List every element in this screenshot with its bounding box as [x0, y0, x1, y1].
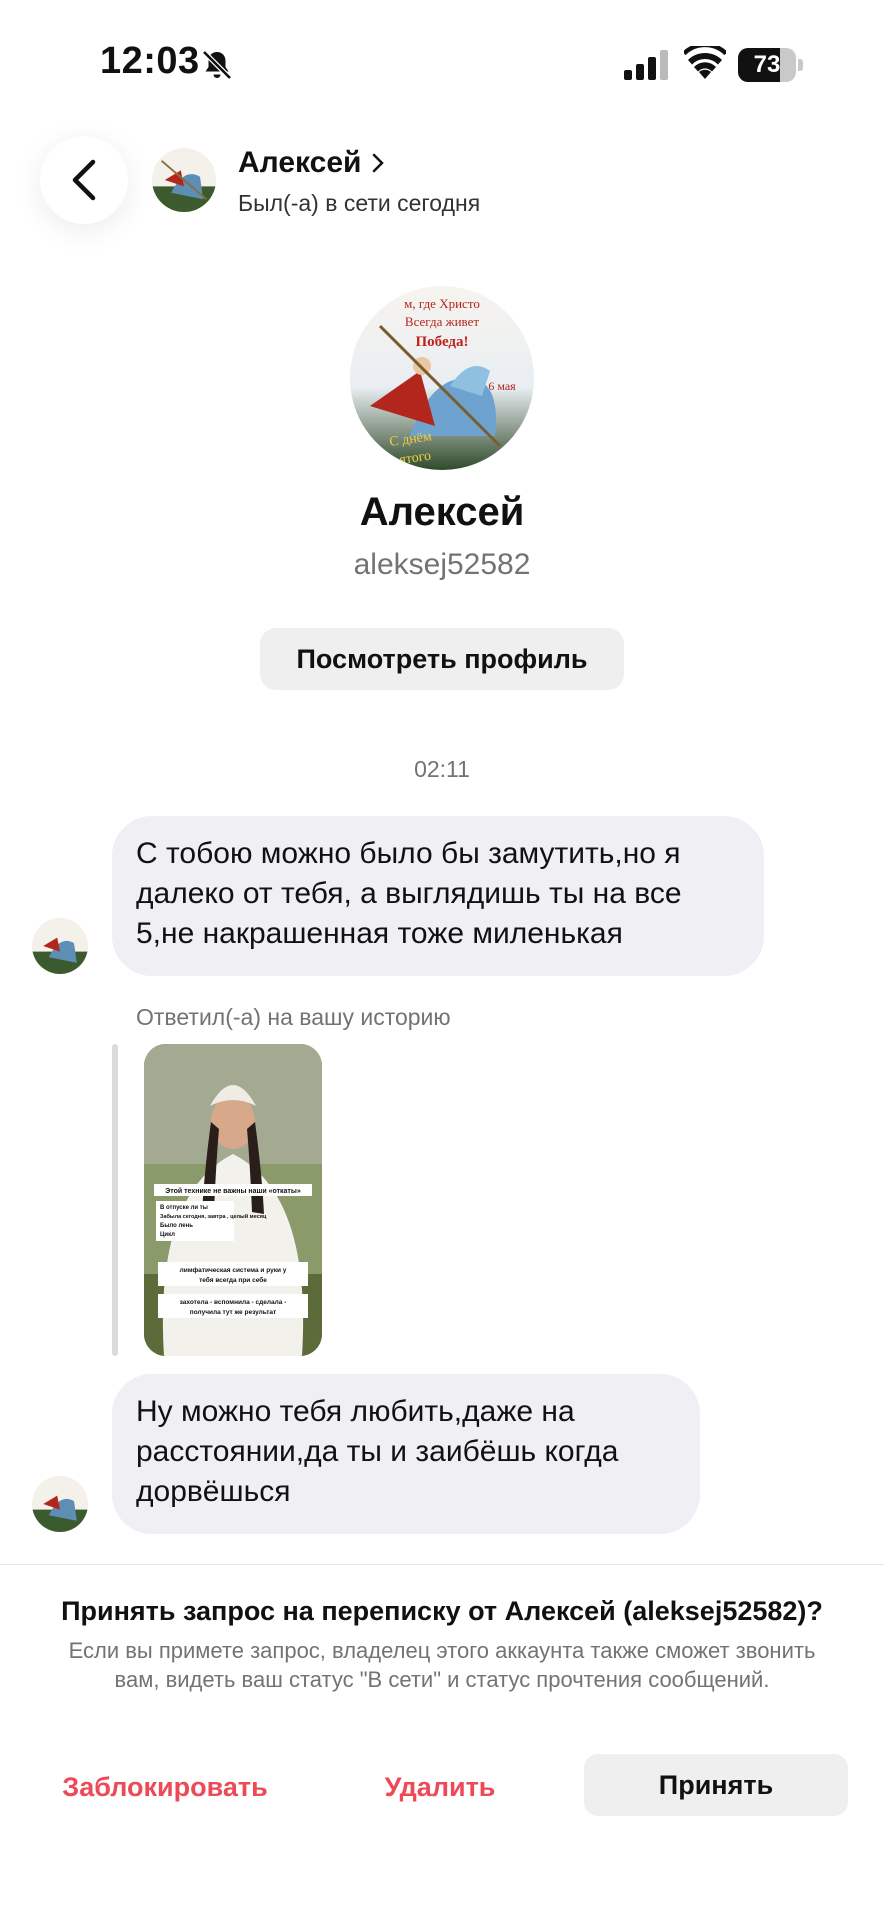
cellular-signal-icon	[624, 50, 668, 80]
bell-muted-icon	[202, 50, 232, 80]
message-bubble-incoming[interactable]: Ну можно тебя любить,даже на расстоянии,…	[112, 1374, 700, 1534]
accept-button[interactable]: Принять	[584, 1754, 848, 1816]
reply-quote-bar	[112, 1044, 118, 1356]
avatar-image-icon	[32, 1476, 88, 1532]
block-button[interactable]: Заблокировать	[40, 1756, 290, 1818]
header-name-link[interactable]: Алексей	[238, 146, 385, 180]
message-line: расстоянии,да ты и заибёшь когда	[136, 1435, 619, 1468]
story-caption: Этой технике не важны наши «откаты»	[165, 1187, 301, 1195]
view-profile-button[interactable]: Посмотреть профиль	[260, 628, 624, 690]
avatar-image-icon	[152, 148, 216, 212]
message-line: С тобою можно было бы замутить,но я	[136, 837, 681, 870]
profile-avatar[interactable]: м, где Христо Всегда живет Победа! 6 мая…	[350, 286, 534, 470]
message-timestamp: 02:11	[414, 756, 470, 782]
message-bubble-incoming[interactable]: С тобою можно было бы замутить,но я дале…	[112, 816, 764, 976]
avatar-image-icon: м, где Христо Всегда живет Победа! 6 мая…	[350, 286, 534, 470]
status-bar: 12:03 73	[0, 0, 884, 120]
story-caption: захотела - вспомнила - сделала -	[180, 1299, 287, 1306]
story-caption: Забыла сегодня, завтра , целый месяц	[160, 1213, 267, 1220]
header-name: Алексей	[238, 146, 362, 179]
story-image-icon: Этой технике не важны наши «откаты» В от…	[144, 1044, 322, 1356]
message-line: Ну можно тебя любить,даже на	[136, 1395, 575, 1428]
request-title: Принять запрос на переписку от Алексей (…	[61, 1596, 823, 1626]
chevron-right-icon	[373, 153, 385, 173]
message-line: 5,не накрашенная тоже миленькая	[136, 917, 623, 950]
avatar-image-icon	[32, 918, 88, 974]
avatar-text-1: м, где Христо	[404, 296, 480, 311]
avatar-text-3: Победа!	[415, 334, 468, 350]
story-caption: лимфатическая система и руки у	[180, 1267, 287, 1274]
story-thumbnail[interactable]: Этой технике не важны наши «откаты» В от…	[144, 1044, 322, 1356]
profile-name: Алексей	[359, 490, 525, 534]
story-caption: получила тут же результат	[190, 1309, 276, 1316]
story-caption: В отпуске ли ты	[160, 1205, 208, 1211]
sender-avatar[interactable]	[32, 918, 88, 974]
wifi-icon	[684, 46, 726, 79]
profile-username: aleksej52582	[353, 548, 531, 581]
chevron-left-icon	[72, 159, 96, 201]
message-line: далеко от тебя, а выглядишь ты на все	[136, 877, 682, 910]
battery-level-text: 73	[753, 51, 781, 78]
request-description: Если вы примете запрос, владелец этого а…	[68, 1638, 816, 1692]
story-reply-label: Ответил(-а) на вашу историю	[136, 1004, 451, 1030]
avatar-text-2: Всегда живет	[405, 314, 479, 329]
message-line: дорвёшься	[136, 1475, 291, 1508]
story-caption: Цикл	[160, 1232, 175, 1238]
avatar-text-4: 6 мая	[488, 379, 516, 393]
back-button[interactable]	[40, 136, 128, 224]
header-avatar[interactable]	[152, 148, 216, 212]
delete-button[interactable]: Удалить	[320, 1756, 560, 1818]
footer-divider	[0, 1564, 884, 1565]
chat-header: Алексей Был(-а) в сети сегодня	[0, 120, 884, 240]
sender-avatar[interactable]	[32, 1476, 88, 1532]
status-time: 12:03	[100, 40, 200, 82]
battery-icon: 73	[738, 48, 803, 82]
story-caption: Было лень	[160, 1223, 193, 1229]
header-online-status: Был(-а) в сети сегодня	[238, 190, 481, 216]
story-caption: тебя всегда при себе	[199, 1276, 267, 1284]
